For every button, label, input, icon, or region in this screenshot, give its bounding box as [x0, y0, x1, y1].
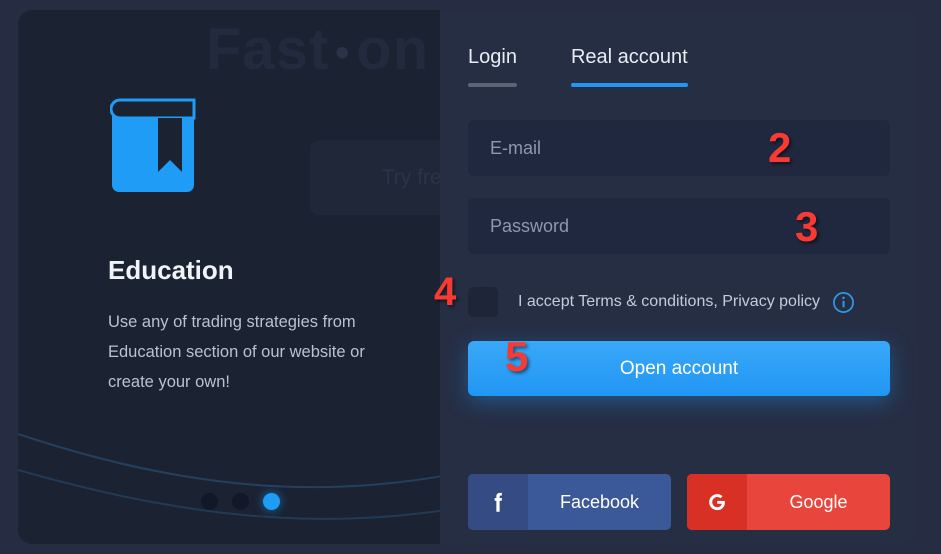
tab-login-underline [468, 83, 517, 87]
info-circle-icon[interactable] [832, 291, 855, 314]
terms-label: I accept Terms & conditions, Privacy pol… [518, 293, 821, 310]
google-icon [687, 474, 747, 530]
tab-real-account-underline [570, 83, 688, 87]
carousel-dots [201, 493, 280, 510]
google-login-label: Google [789, 491, 848, 512]
facebook-login-label: Facebook [559, 491, 640, 512]
social-login-row: Facebook Google [468, 474, 890, 530]
email-field-wrapper[interactable] [468, 120, 890, 176]
password-input[interactable] [490, 215, 868, 237]
book-icon [110, 98, 196, 192]
tab-login-label: Login [468, 46, 517, 68]
carousel-dot-1[interactable] [201, 493, 218, 510]
facebook-login-button[interactable]: Facebook [468, 474, 671, 530]
promo-description: Use any of trading strategies from Educa… [108, 313, 365, 391]
page-title: Education [108, 255, 234, 285]
tab-login[interactable]: Login [468, 46, 517, 87]
hero-title-dot: • [335, 31, 351, 76]
hero-title-left: Fast [206, 17, 330, 82]
auth-tabs: Login Real account [468, 46, 688, 87]
hero-title: Fast • on [206, 16, 429, 83]
google-login-button[interactable]: Google [687, 474, 890, 530]
terms-row: I accept Terms & conditions, Privacy pol… [468, 280, 890, 324]
open-account-button[interactable]: Open account [468, 341, 890, 396]
terms-checkbox[interactable] [468, 287, 498, 317]
app-screen: Fast • on Try free Education Use any of tr… [0, 0, 941, 554]
email-input[interactable] [490, 137, 868, 159]
auth-panel: Login Real account I accept Terms & cond… [440, 10, 918, 544]
tab-real-account-label: Real account [570, 46, 688, 68]
tab-real-account[interactable]: Real account [570, 46, 688, 87]
hero-title-right: on [356, 17, 430, 82]
carousel-dot-3[interactable] [263, 493, 280, 510]
carousel-dot-2[interactable] [232, 493, 249, 510]
facebook-icon [468, 474, 528, 530]
password-field-wrapper[interactable] [468, 198, 890, 254]
